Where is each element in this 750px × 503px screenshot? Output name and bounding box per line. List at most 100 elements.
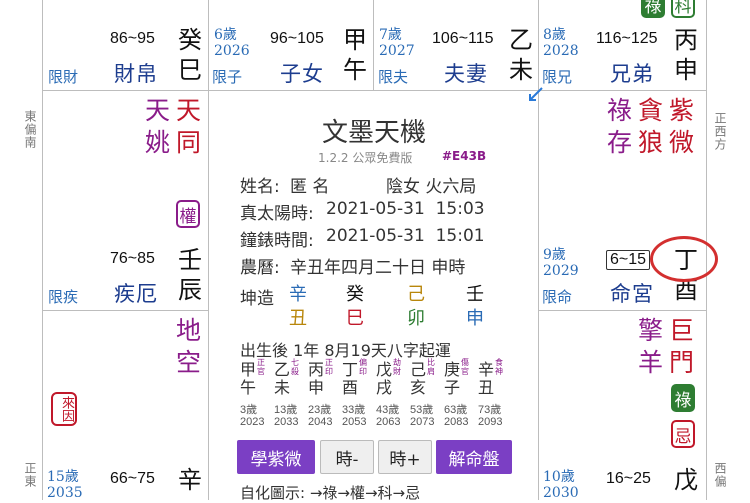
age-label: 8歲 (543, 27, 566, 43)
grid-line (42, 310, 209, 311)
palace-range: 96~105 (270, 30, 324, 47)
laiyin-badge: 來因 (51, 392, 77, 426)
age-label: 15歲 (47, 469, 79, 485)
star-tianyao-1: 天 (145, 96, 171, 125)
luck-god: 比肩 (427, 358, 435, 376)
grid-line (208, 0, 209, 500)
luck-branch: 子 (444, 378, 461, 397)
pillar-stem: 辛 (289, 284, 307, 305)
luck-god: 偏印 (359, 358, 367, 376)
year-label: 2028 (543, 43, 579, 59)
direction-label-right-bottom: 西偏 (713, 462, 727, 488)
luck-year: 2053 (342, 416, 367, 428)
age-label: 7歲 (379, 27, 402, 43)
limit-label: 限子 (212, 68, 243, 86)
palace-name[interactable]: 財帛 (114, 58, 158, 88)
earthly-branch: 午 (343, 56, 367, 84)
lu-badge: 祿 (641, 0, 665, 18)
solar-time-label: 真太陽時: (240, 204, 314, 224)
direction-label-left-top: 東偏南 (23, 110, 37, 149)
luck-age: 3歲 (240, 404, 258, 416)
luck-year: 2023 (240, 416, 265, 428)
hour-plus-button[interactable]: 時+ (378, 440, 432, 474)
luck-year: 2083 (444, 416, 469, 428)
ji-badge: 忌 (671, 420, 695, 448)
luck-age: 13歲 (274, 404, 298, 416)
luck-branch: 酉 (342, 378, 359, 397)
star-tiantong-2: 同 (176, 128, 202, 157)
star-qingyang-2: 羊 (638, 348, 664, 377)
luck-age: 73歲 (478, 404, 502, 416)
palace-name[interactable]: 疾厄 (114, 278, 158, 308)
palace-range: 86~95 (110, 30, 155, 47)
star-qingyang-1: 擎 (638, 316, 664, 345)
limit-label: 限疾 (48, 288, 79, 306)
age-label: 9歲 (543, 247, 566, 263)
quan-badge: 權 (176, 200, 200, 228)
luck-god: 傷官 (461, 358, 469, 376)
luck-age: 63歲 (444, 404, 468, 416)
limit-label: 限夫 (378, 68, 409, 86)
palace-name[interactable]: 子女 (280, 58, 324, 88)
palace-name[interactable]: 命宮 (610, 278, 654, 308)
pillar-branch: 丑 (289, 308, 307, 329)
clock-time-label: 鐘錶時間: (240, 231, 314, 251)
luck-year: 2043 (308, 416, 333, 428)
star-jumen-2: 門 (669, 348, 695, 377)
earthly-branch: 巳 (178, 56, 202, 84)
pillar-branch: 巳 (346, 308, 364, 329)
gender-bureau: 陰女 火六局 (386, 177, 477, 197)
grid-line (373, 0, 374, 90)
earthly-branch: 未 (509, 56, 533, 84)
year-label: 2029 (543, 263, 579, 279)
explain-chart-button[interactable]: 解命盤 (436, 440, 512, 474)
luck-branch: 亥 (410, 378, 427, 397)
name-label: 姓名: (240, 177, 280, 197)
palace-name[interactable]: 夫妻 (444, 58, 488, 88)
star-lucun-1: 祿 (607, 96, 633, 125)
qianzao-label: 坤造 (240, 289, 274, 309)
star-tianyao-2: 姚 (145, 128, 171, 157)
year-label: 2035 (47, 485, 83, 501)
luck-god: 食神 (495, 358, 503, 376)
palace-range: 16~25 (606, 470, 651, 487)
ke-badge: 科 (671, 0, 695, 18)
clock-time-value: 2021-05-31 15:01 (326, 226, 485, 246)
heavenly-stem: 丙 (674, 26, 698, 54)
pillar-branch: 卯 (407, 308, 425, 329)
name-value: 匿 名 (290, 177, 330, 197)
learn-ziwei-button[interactable]: 學紫微 (237, 440, 315, 474)
luck-year: 2033 (274, 416, 299, 428)
grid-line (538, 310, 707, 311)
palace-range: 76~85 (110, 250, 155, 267)
luck-god: 七殺 (291, 358, 299, 376)
luck-god: 正官 (257, 358, 265, 376)
earthly-branch: 辰 (178, 276, 202, 304)
luck-branch: 午 (240, 378, 257, 397)
pillar-stem: 壬 (466, 284, 484, 305)
star-jumen-1: 巨 (669, 316, 695, 345)
luck-year: 2063 (376, 416, 401, 428)
year-label: 2030 (543, 485, 579, 501)
star-tanlang-2: 狼 (638, 128, 664, 157)
age-label: 10歲 (543, 469, 575, 485)
limit-label: 限命 (542, 288, 573, 306)
luck-branch: 未 (274, 378, 291, 397)
heavenly-stem: 戊 (674, 466, 698, 494)
palace-range: 66~75 (110, 470, 155, 487)
direction-label-left-bottom: 正東 (23, 462, 37, 488)
chart-code: #E43B (442, 149, 487, 163)
grid-line (42, 90, 707, 91)
star-ziwei-1: 紫 (669, 96, 695, 125)
lu-badge: 祿 (671, 384, 695, 412)
luck-age: 43歲 (376, 404, 400, 416)
palace-name[interactable]: 兄弟 (610, 58, 654, 88)
palace-range: 106~115 (432, 30, 494, 47)
lunar-date-value: 辛丑年四月二十日 申時 (290, 258, 466, 278)
earthly-branch: 申 (674, 56, 698, 84)
hour-minus-button[interactable]: 時- (320, 440, 374, 474)
arrow-icon (526, 86, 544, 104)
luck-year: 2073 (410, 416, 435, 428)
heavenly-stem: 甲 (343, 26, 367, 54)
limit-label: 限兄 (542, 68, 573, 86)
